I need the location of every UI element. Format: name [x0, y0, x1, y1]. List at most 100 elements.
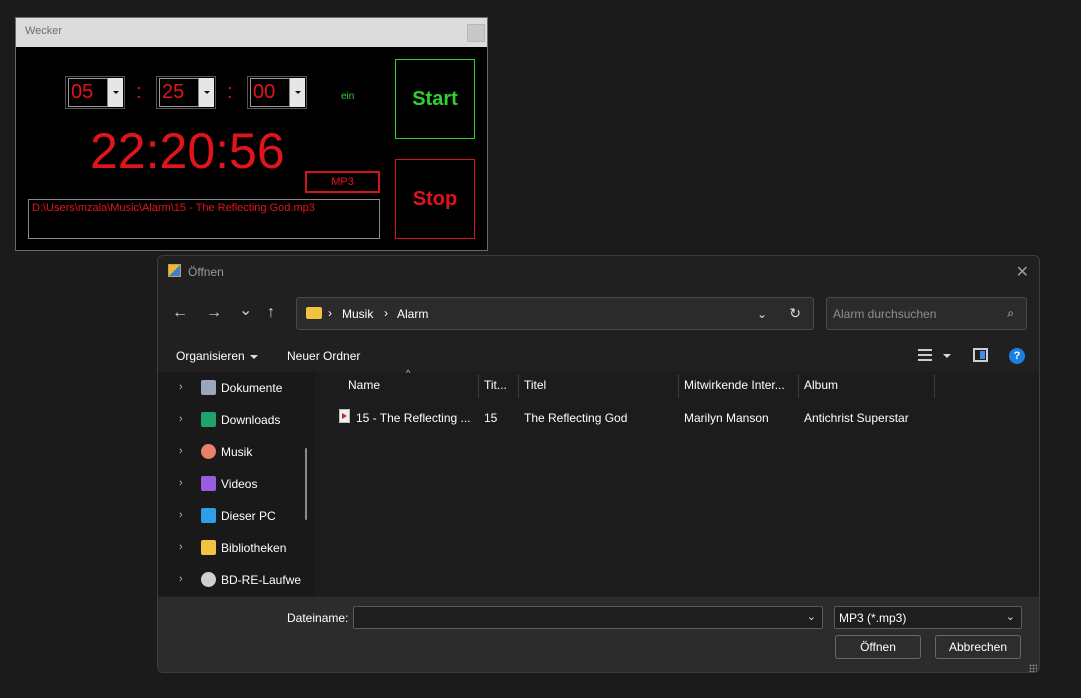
expand-chevron-icon[interactable]: › — [179, 445, 183, 457]
music-icon — [201, 444, 216, 459]
dialog-titlebar[interactable]: Öffnen ✕ — [158, 256, 1039, 286]
sidebar-item-label: Downloads — [221, 413, 281, 427]
organize-menu-button[interactable]: Organisieren — [176, 349, 258, 363]
computer-icon — [201, 508, 216, 523]
sidebar-item-videos[interactable]: › Videos — [158, 468, 316, 500]
column-header-track[interactable]: Tit... — [484, 378, 507, 392]
time-separator: : — [136, 81, 142, 103]
stop-button[interactable]: Stop — [395, 159, 475, 239]
search-icon[interactable]: ⌕ — [1007, 306, 1014, 321]
hours-value[interactable]: 05 — [68, 78, 108, 107]
view-list-icon[interactable] — [918, 349, 932, 361]
seconds-dropdown-arrow[interactable] — [289, 78, 305, 107]
column-divider[interactable] — [478, 374, 479, 398]
sidebar-item-musik[interactable]: › Musik — [158, 436, 316, 468]
breadcrumb-musik[interactable]: Musik — [342, 307, 373, 321]
sidebar-item-dieser-pc[interactable]: › Dieser PC — [158, 500, 316, 532]
seconds-spinner[interactable]: 00 — [247, 76, 307, 109]
sidebar-item-label: Videos — [221, 477, 258, 491]
view-options-chevron-icon[interactable] — [943, 354, 951, 358]
breadcrumb-alarm[interactable]: Alarm — [397, 307, 428, 321]
column-header-name[interactable]: Name — [348, 378, 380, 392]
chevron-down-icon — [203, 91, 210, 94]
preview-pane-icon[interactable] — [973, 348, 988, 362]
start-button[interactable]: Start — [395, 59, 475, 139]
expand-chevron-icon[interactable]: › — [179, 541, 183, 553]
file-artist-cell: Marilyn Manson — [684, 411, 769, 425]
expand-chevron-icon[interactable]: › — [179, 381, 183, 393]
address-dropdown-chevron-icon[interactable]: ⌄ — [757, 307, 767, 321]
search-placeholder: Alarm durchsuchen — [833, 307, 937, 321]
mp3-button[interactable]: MP3 — [305, 171, 380, 193]
current-time-display: 22:20:56 — [90, 123, 285, 179]
dialog-footer: Dateiname: ⌄ MP3 (*.mp3) ⌄ Öffnen Abbrec… — [158, 597, 1039, 672]
chevron-down-icon[interactable]: ⌄ — [807, 610, 816, 623]
forward-arrow-icon[interactable]: → — [206, 304, 222, 322]
search-input[interactable]: Alarm durchsuchen ⌕ — [826, 297, 1027, 330]
new-folder-button[interactable]: Neuer Ordner — [287, 349, 360, 363]
sort-ascending-icon: ^ — [406, 368, 411, 378]
cancel-button[interactable]: Abbrechen — [935, 635, 1021, 659]
close-icon[interactable]: ✕ — [1016, 262, 1029, 282]
chevron-down-icon — [112, 91, 119, 94]
help-icon[interactable]: ? — [1009, 348, 1025, 364]
file-name-cell[interactable]: 15 - The Reflecting ... — [356, 411, 471, 425]
alarm-status: ein — [341, 91, 355, 102]
expand-chevron-icon[interactable]: › — [179, 573, 183, 585]
mp3-path-field[interactable]: D:\Users\mzala\Music\Alarm\15 - The Refl… — [28, 199, 380, 239]
hours-spinner[interactable]: 05 — [65, 76, 125, 109]
sidebar-scrollbar[interactable] — [305, 448, 307, 520]
column-divider[interactable] — [798, 374, 799, 398]
resize-grip-icon[interactable] — [1029, 664, 1037, 672]
sidebar-item-label: Musik — [221, 445, 253, 459]
breadcrumb-separator-icon: › — [384, 306, 388, 320]
back-arrow-icon[interactable]: ← — [172, 304, 188, 322]
chevron-down-icon — [249, 354, 258, 359]
chevron-down-icon[interactable]: ⌄ — [1006, 610, 1015, 623]
sidebar-item-bibliotheken[interactable]: › Bibliotheken — [158, 532, 316, 564]
column-divider[interactable] — [934, 374, 935, 398]
video-icon — [201, 476, 216, 491]
sidebar-item-label: Dokumente — [221, 381, 283, 395]
minutes-spinner[interactable]: 25 — [156, 76, 216, 109]
app-icon — [168, 264, 181, 277]
column-header-title[interactable]: Titel — [524, 378, 546, 392]
column-divider[interactable] — [518, 374, 519, 398]
address-bar[interactable]: › Musik › Alarm ⌄ ↻ — [296, 297, 814, 330]
file-album-cell: Antichrist Superstar — [804, 411, 909, 425]
audio-file-icon — [339, 409, 350, 423]
download-icon — [201, 412, 216, 427]
folder-icon — [201, 540, 216, 555]
window-close-button[interactable] — [467, 24, 485, 42]
document-icon — [201, 380, 216, 395]
open-button[interactable]: Öffnen — [835, 635, 921, 659]
sidebar-item-downloads[interactable]: › Downloads — [158, 404, 316, 436]
column-header-album[interactable]: Album — [804, 378, 838, 392]
disc-drive-icon — [201, 572, 216, 587]
column-header-artist[interactable]: Mitwirkende Inter... — [684, 378, 785, 392]
navigation-pane: › Dokumente › Downloads › Musik › Videos… — [158, 372, 316, 596]
file-track-cell: 15 — [484, 411, 498, 425]
filename-input[interactable]: ⌄ — [353, 606, 823, 629]
expand-chevron-icon[interactable]: › — [179, 509, 183, 521]
folder-icon — [306, 307, 322, 319]
seconds-value[interactable]: 00 — [250, 78, 290, 107]
sidebar-item-dokumente[interactable]: › Dokumente — [158, 372, 316, 404]
hours-dropdown-arrow[interactable] — [107, 78, 123, 107]
wecker-window: Wecker 05 : 25 : 00 ein 22:20:56 MP3 D:\… — [15, 17, 488, 251]
filetype-select[interactable]: MP3 (*.mp3) ⌄ — [834, 606, 1022, 629]
expand-chevron-icon[interactable]: › — [179, 477, 183, 489]
sidebar-item-label: Bibliotheken — [221, 541, 287, 555]
up-arrow-icon[interactable]: ↑ — [267, 304, 275, 322]
refresh-icon[interactable]: ↻ — [789, 305, 801, 322]
column-divider[interactable] — [678, 374, 679, 398]
minutes-dropdown-arrow[interactable] — [198, 78, 214, 107]
dialog-title: Öffnen — [188, 265, 224, 279]
minutes-value[interactable]: 25 — [159, 78, 199, 107]
sidebar-item-bd-re-laufwerk[interactable]: › BD-RE-Laufwe — [158, 564, 316, 596]
expand-chevron-icon[interactable]: › — [179, 413, 183, 425]
filetype-value: MP3 (*.mp3) — [839, 611, 907, 625]
wecker-titlebar[interactable]: Wecker — [16, 18, 487, 47]
chevron-down-icon — [294, 91, 301, 94]
recent-locations-chevron-icon[interactable]: ⌄ — [239, 300, 252, 320]
